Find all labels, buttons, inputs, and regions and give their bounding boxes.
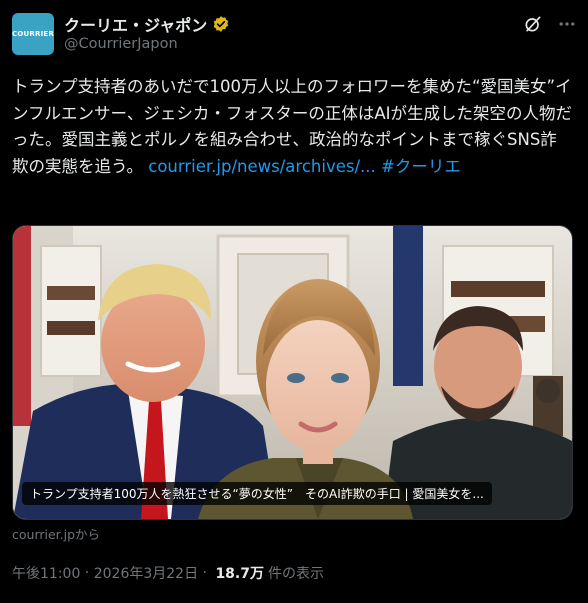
meta-separator: ·	[80, 565, 94, 581]
tweet[interactable]: COURRIER クーリエ・ジャポン @CourrierJapon トランプ支持…	[0, 0, 588, 603]
handle[interactable]: @CourrierJapon	[64, 36, 178, 52]
view-count: 18.7万	[215, 566, 264, 582]
name-row: クーリエ・ジャポン	[64, 13, 230, 35]
card-image	[13, 226, 572, 519]
tweet-meta: 午後11:00 · 2026年3月22日 · 18.7万 件の表示	[12, 563, 324, 583]
meta-separator-2: ·	[198, 565, 212, 581]
avatar-logo-text: COURRIER	[12, 30, 54, 38]
view-label: 件の表示	[267, 566, 324, 582]
verified-badge-icon[interactable]	[212, 15, 230, 33]
article-link[interactable]: courrier.jp/news/archives/...	[148, 157, 375, 176]
avatar[interactable]: COURRIER	[12, 13, 54, 55]
card-source[interactable]: courrier.jpから	[12, 524, 100, 543]
grok-icon[interactable]	[523, 14, 543, 34]
media-card[interactable]	[12, 225, 573, 520]
post-time[interactable]: 午後11:00	[12, 563, 80, 583]
post-date[interactable]: 2026年3月22日	[94, 563, 198, 583]
more-horizontal-icon[interactable]	[556, 14, 578, 34]
display-name[interactable]: クーリエ・ジャポン	[64, 12, 207, 36]
card-caption[interactable]: トランプ支持者100万人を熱狂させる“夢の女性” そのAI詐欺の手口 | 愛国美…	[22, 482, 492, 505]
tweet-text: トランプ支持者のあいだで100万人以上のフォロワーを集めた“愛国美女”インフルエ…	[12, 74, 572, 180]
hashtag-link[interactable]: #クーリエ	[381, 157, 461, 176]
